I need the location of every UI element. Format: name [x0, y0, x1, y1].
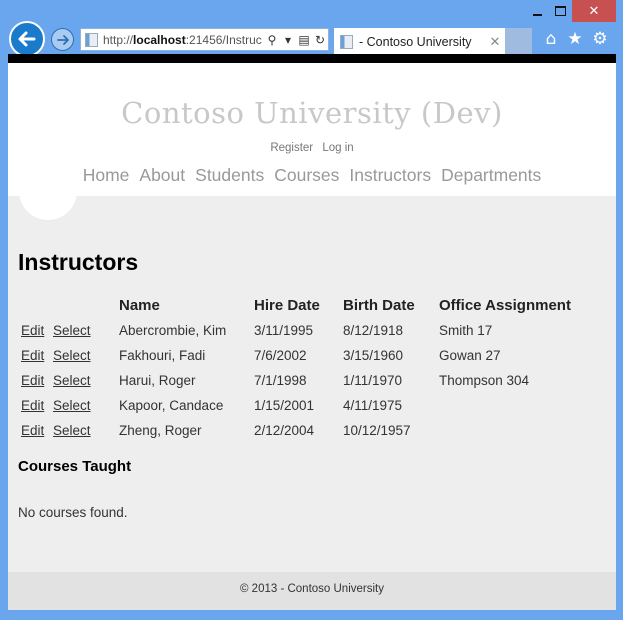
- instructor-name: Zheng, Roger: [119, 423, 202, 438]
- column-header-birth-date: Birth Date: [343, 296, 415, 314]
- site-footer: © 2013 - Contoso University: [8, 572, 616, 610]
- table-row: Edit Select Kapoor, Candace 1/15/2001 4/…: [18, 393, 579, 418]
- table-header-row: Name Hire Date Birth Date Office Assignm…: [18, 296, 579, 318]
- office-assignment: [439, 418, 579, 443]
- menu-item-courses[interactable]: Courses: [274, 165, 339, 186]
- office-assignment: Gowan 27: [439, 348, 501, 363]
- compatibility-view-icon[interactable]: ▤: [296, 33, 312, 47]
- register-link[interactable]: Register: [270, 142, 313, 154]
- office-assignment: Thompson 304: [439, 373, 530, 388]
- edit-link[interactable]: Edit: [21, 398, 44, 413]
- table-row: Edit Select Fakhouri, Fadi 7/6/2002 3/15…: [18, 343, 579, 368]
- main-content: Instructors Name Hire Date Birth Date Of…: [8, 196, 616, 572]
- maximize-icon: [554, 6, 566, 16]
- new-tab-button[interactable]: [505, 28, 532, 55]
- browser-window: ✕ http://localhost:21456/Instruc ⚲ ▾ ▤ ↻…: [0, 0, 623, 620]
- select-link[interactable]: Select: [53, 348, 91, 363]
- login-links: Register Log in: [8, 142, 616, 154]
- hire-date: 2/12/2004: [254, 423, 315, 438]
- instructor-name: Fakhouri, Fadi: [119, 348, 206, 363]
- select-link[interactable]: Select: [53, 423, 91, 438]
- page-icon: [85, 32, 98, 47]
- login-link[interactable]: Log in: [322, 142, 353, 154]
- table-row: Edit Select Abercrombie, Kim 3/11/1995 8…: [18, 318, 579, 343]
- tab-title: - Contoso University: [359, 34, 472, 49]
- menu-item-students[interactable]: Students: [195, 165, 264, 186]
- page-icon: [340, 34, 353, 49]
- courses-taught-heading: Courses Taught: [18, 458, 132, 475]
- hire-date: 3/11/1995: [254, 323, 314, 338]
- edit-link[interactable]: Edit: [21, 348, 44, 363]
- main-menu: Home About Students Courses Instructors …: [8, 165, 616, 186]
- table-row: Edit Select Harui, Roger 7/1/1998 1/11/1…: [18, 368, 579, 393]
- site-title[interactable]: Contoso University (Dev): [8, 63, 616, 130]
- back-button[interactable]: [9, 21, 45, 57]
- instructor-name: Abercrombie, Kim: [119, 323, 227, 338]
- menu-item-instructors[interactable]: Instructors: [349, 165, 431, 186]
- column-header-name: Name: [119, 296, 160, 314]
- office-assignment: Smith 17: [439, 323, 493, 338]
- column-header-edit: [18, 296, 53, 318]
- forward-button[interactable]: [51, 28, 74, 51]
- star-icon[interactable]: ★: [565, 29, 585, 49]
- select-link[interactable]: Select: [53, 398, 91, 413]
- select-link[interactable]: Select: [53, 373, 91, 388]
- close-tab-icon[interactable]: ✕: [485, 34, 505, 50]
- minimize-icon: [532, 14, 542, 16]
- menu-item-about[interactable]: About: [139, 165, 185, 186]
- instructors-table: Name Hire Date Birth Date Office Assignm…: [18, 296, 579, 443]
- refresh-icon[interactable]: ↻: [312, 33, 328, 47]
- minimize-button[interactable]: [524, 0, 550, 22]
- top-bar: [8, 54, 616, 63]
- column-header-office: Office Assignment: [439, 296, 571, 314]
- table-row: Edit Select Zheng, Roger 2/12/2004 10/12…: [18, 418, 579, 443]
- maximize-button[interactable]: [548, 0, 572, 22]
- office-assignment: [439, 393, 579, 418]
- arrow-left-icon: [18, 31, 36, 47]
- search-icon[interactable]: ⚲: [264, 33, 280, 47]
- select-link[interactable]: Select: [53, 323, 91, 338]
- home-icon[interactable]: ⌂: [541, 29, 561, 49]
- hire-date: 1/15/2001: [254, 398, 315, 413]
- edit-link[interactable]: Edit: [21, 323, 44, 338]
- birth-date: 3/15/1960: [343, 348, 404, 363]
- chevron-down-icon[interactable]: ▾: [280, 33, 296, 47]
- close-icon: ✕: [588, 3, 600, 19]
- menu-item-home[interactable]: Home: [83, 165, 130, 186]
- hire-date: 7/6/2002: [254, 348, 307, 363]
- address-bar[interactable]: http://localhost:21456/Instruc ⚲ ▾ ▤ ↻: [80, 28, 329, 51]
- site-header: Contoso University (Dev) Register Log in…: [8, 63, 616, 196]
- browser-tab[interactable]: - Contoso University ✕: [334, 28, 505, 55]
- no-courses-message: No courses found.: [18, 505, 128, 520]
- edit-link[interactable]: Edit: [21, 423, 44, 438]
- arrow-right-icon: [56, 34, 69, 45]
- instructor-name: Kapoor, Candace: [119, 398, 224, 413]
- menu-item-departments[interactable]: Departments: [441, 165, 541, 186]
- page-title: Instructors: [18, 249, 139, 275]
- close-window-button[interactable]: ✕: [572, 0, 616, 22]
- gear-icon[interactable]: ⚙: [590, 29, 610, 49]
- instructor-name: Harui, Roger: [119, 373, 196, 388]
- hire-date: 7/1/1998: [254, 373, 307, 388]
- column-header-select: [53, 296, 119, 318]
- birth-date: 1/11/1970: [343, 373, 403, 388]
- birth-date: 4/11/1975: [343, 398, 403, 413]
- birth-date: 10/12/1957: [343, 423, 411, 438]
- footer-copyright: © 2013 - Contoso University: [240, 583, 384, 595]
- address-url[interactable]: http://localhost:21456/Instruc: [103, 33, 264, 47]
- edit-link[interactable]: Edit: [21, 373, 44, 388]
- page-viewport: Contoso University (Dev) Register Log in…: [8, 54, 616, 610]
- birth-date: 8/12/1918: [343, 323, 404, 338]
- column-header-hire-date: Hire Date: [254, 296, 320, 314]
